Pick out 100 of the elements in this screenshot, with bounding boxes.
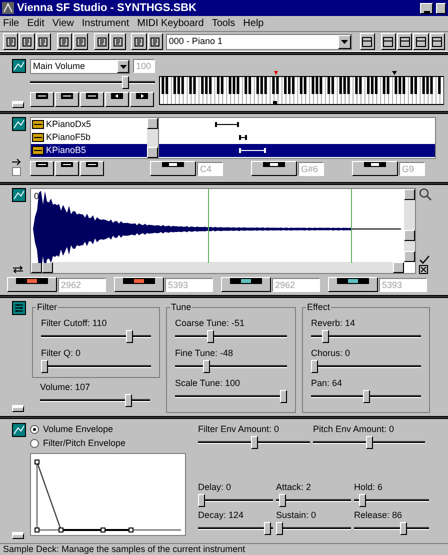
scroll-down-button[interactable] <box>147 147 158 158</box>
slider-thumb[interactable] <box>264 522 271 535</box>
scroll-left-button[interactable] <box>31 262 42 273</box>
slider-thumb[interactable] <box>207 330 214 343</box>
controller-dropdown[interactable]: Main Volume <box>30 59 130 74</box>
keyboard-tool-button[interactable] <box>80 92 104 107</box>
panel-icon <box>12 188 26 202</box>
radio-option[interactable]: Filter/Pitch Envelope <box>30 437 188 450</box>
split-tool-button[interactable] <box>80 161 104 176</box>
arrow-icon <box>12 159 22 165</box>
slider-thumb[interactable] <box>276 522 283 535</box>
minimize-button[interactable] <box>420 2 433 14</box>
loop-point-icon <box>16 278 48 284</box>
keyboard-tool-button[interactable] <box>105 92 129 107</box>
split-tool-button[interactable] <box>55 161 79 176</box>
radio-button[interactable] <box>30 439 39 448</box>
key-range-button[interactable] <box>251 161 297 176</box>
slider-thumb[interactable] <box>125 394 132 407</box>
maximize-button[interactable] <box>436 2 446 14</box>
slider-thumb[interactable] <box>41 360 48 373</box>
menu-item[interactable]: File <box>3 16 20 31</box>
loop-point-button[interactable] <box>114 277 164 292</box>
slider-thumb[interactable] <box>251 436 258 449</box>
key-range-button[interactable] <box>352 161 398 176</box>
split-tool-button[interactable] <box>30 161 54 176</box>
slider-thumb[interactable] <box>279 494 286 507</box>
record-button[interactable] <box>12 532 24 539</box>
toolbar-glyph-icon <box>96 36 107 46</box>
toolbar-button[interactable] <box>360 33 375 50</box>
scrollbar[interactable] <box>404 189 415 262</box>
radio-button[interactable] <box>30 425 39 434</box>
toolbar-button[interactable] <box>56 33 72 50</box>
toolbar-button[interactable] <box>72 33 88 50</box>
radio-label: Filter/Pitch Envelope <box>43 436 126 450</box>
toolbar-button[interactable] <box>36 33 51 50</box>
window-title: Vienna SF Studio - SYNTHGS.SBK <box>17 0 196 16</box>
toolbar-button[interactable] <box>19 33 35 50</box>
slider-thumb[interactable] <box>280 390 287 403</box>
key-range-icon <box>162 162 184 167</box>
menu-item[interactable]: Tools <box>212 16 236 31</box>
window-layout-icon <box>432 36 442 46</box>
key-range-button[interactable] <box>150 161 196 176</box>
keyboard-tool-button[interactable] <box>130 92 154 107</box>
menu-item[interactable]: MIDI Keyboard <box>137 16 204 31</box>
slider-thumb[interactable] <box>203 360 210 373</box>
menu-item[interactable]: Help <box>243 16 264 31</box>
loop-point-button[interactable] <box>221 277 271 292</box>
slider-label: Reverb: 14 <box>311 317 356 329</box>
split-list-item[interactable]: KPianoF5b <box>31 131 147 144</box>
key-range-bar-drawing <box>215 122 239 127</box>
slider-thumb[interactable] <box>363 390 370 403</box>
toolbar-button[interactable] <box>430 33 445 50</box>
app-icon <box>2 2 14 14</box>
preset-dropdown[interactable]: 000 - Piano 1 <box>166 34 352 50</box>
scroll-down-button[interactable] <box>404 251 415 262</box>
dropdown-button[interactable] <box>117 60 129 73</box>
toolbar-button[interactable] <box>131 33 147 50</box>
loop-point-button[interactable] <box>7 277 57 292</box>
scroll-thumb[interactable] <box>404 230 415 241</box>
menu-item[interactable]: View <box>52 16 74 31</box>
toolbar-button[interactable] <box>413 33 429 50</box>
slider-thumb[interactable] <box>322 330 329 343</box>
slider-thumb[interactable] <box>122 76 129 89</box>
record-button[interactable] <box>12 405 24 412</box>
slider-thumb[interactable] <box>311 360 318 373</box>
menu-item[interactable]: Edit <box>27 16 44 31</box>
slider-thumb[interactable] <box>366 436 373 449</box>
slider-thumb[interactable] <box>126 330 133 343</box>
scrollbar[interactable] <box>31 262 404 273</box>
menu-item[interactable]: Instrument <box>82 16 130 31</box>
toolbar-button[interactable] <box>110 33 126 50</box>
scroll-right-button[interactable] <box>393 262 404 273</box>
keyboard-tool-button[interactable] <box>55 92 79 107</box>
window-layout-icon <box>362 36 372 46</box>
toolbar-button[interactable] <box>380 33 396 50</box>
keyboard-tool-button[interactable] <box>30 92 54 107</box>
toolbar-button[interactable] <box>3 33 18 50</box>
slider-label: Chorus: 0 <box>311 347 352 359</box>
checkbox[interactable] <box>12 167 21 176</box>
scroll-up-button[interactable] <box>147 118 158 129</box>
dropdown-button[interactable] <box>338 34 352 48</box>
toolbar-button[interactable] <box>94 33 110 50</box>
scroll-thumb[interactable] <box>42 262 53 273</box>
toolbar-button[interactable] <box>148 33 163 50</box>
radio-option[interactable]: Volume Envelope <box>30 423 188 436</box>
split-list-item[interactable]: KPianoDx5 <box>31 118 147 131</box>
split-list-item[interactable]: KPianoB5 <box>31 144 147 157</box>
key-range-bar-drawing <box>239 135 247 140</box>
slider-thumb[interactable] <box>400 522 407 535</box>
split-label: KPianoF5b <box>46 130 91 144</box>
record-button[interactable] <box>12 101 24 108</box>
split-tool-icon <box>61 162 73 167</box>
scrollbar[interactable] <box>147 118 158 158</box>
scroll-up-button[interactable] <box>404 189 415 200</box>
toolbar-button[interactable] <box>397 33 412 50</box>
split-tool-icon <box>86 162 98 167</box>
slider-thumb[interactable] <box>359 494 366 507</box>
instrument-icon <box>32 146 44 155</box>
slider-thumb[interactable] <box>198 494 205 507</box>
loop-point-button[interactable] <box>328 277 378 292</box>
